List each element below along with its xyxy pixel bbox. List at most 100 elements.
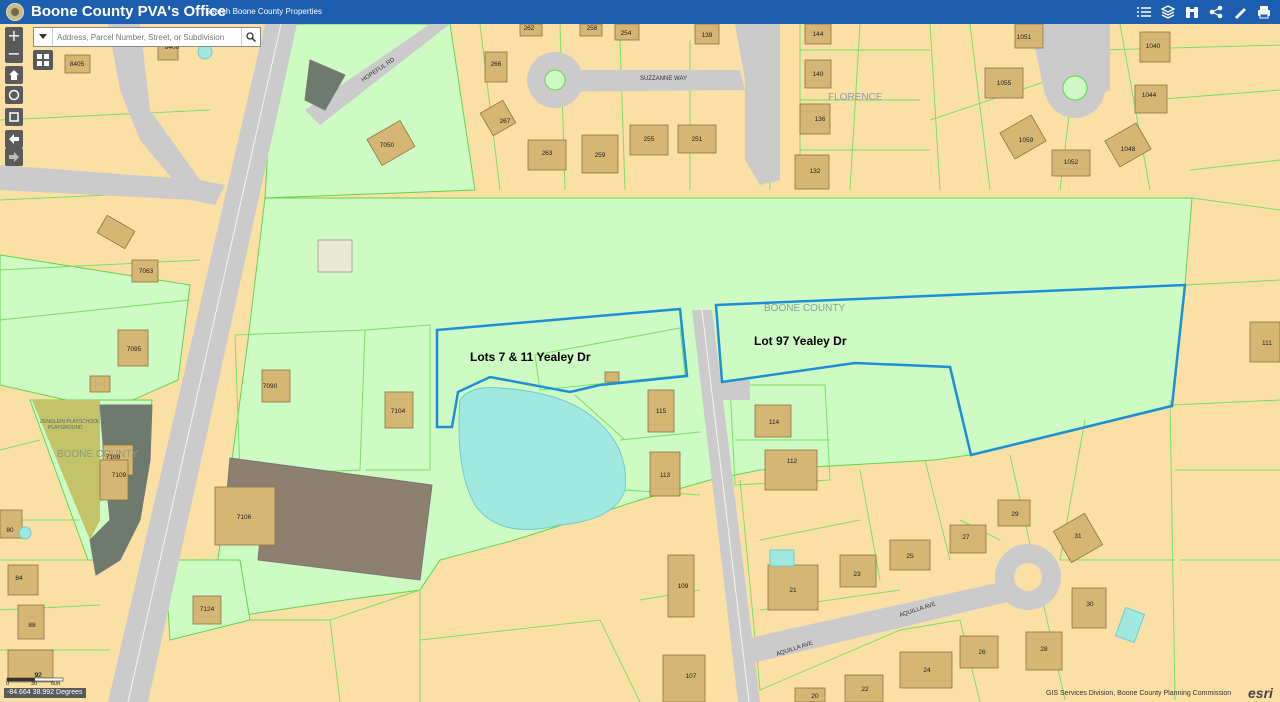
address-7090: 7090 <box>263 383 278 390</box>
address-80: 80 <box>6 527 14 534</box>
lots-7-11-label: Lots 7 & 11 Yealey Dr <box>470 350 591 364</box>
address-267: 267 <box>500 118 511 125</box>
address-26: 26 <box>978 649 986 656</box>
address-259: 259 <box>595 152 606 159</box>
scale-right-label: 60ft <box>51 681 61 685</box>
measure-icon[interactable] <box>1228 3 1252 21</box>
address-7095: 7095 <box>127 346 142 353</box>
boone-county-label-west: BOONE COUNTY <box>57 449 138 460</box>
binoculars-icon[interactable] <box>1180 3 1204 21</box>
basemap-gallery-button[interactable] <box>33 50 53 70</box>
search-box <box>33 27 261 47</box>
lot-97-label: Lot 97 Yealey Dr <box>754 334 847 348</box>
list-icon[interactable] <box>1132 3 1156 21</box>
arrow-left-icon <box>9 134 19 144</box>
search-icon <box>246 32 256 42</box>
address-115: 115 <box>656 408 667 415</box>
map-app: Boone County PVA's Office Search Boone C… <box>0 0 1280 702</box>
address-107: 107 <box>686 673 697 680</box>
address-254: 254 <box>621 30 632 37</box>
address-140: 140 <box>813 71 824 78</box>
address-113: 113 <box>660 472 671 479</box>
chevron-down-icon <box>39 34 47 39</box>
address-29: 29 <box>1011 511 1019 518</box>
share-icon[interactable] <box>1204 3 1228 21</box>
county-seal-icon <box>6 3 24 21</box>
address-7104: 7104 <box>391 408 406 415</box>
address-136: 136 <box>815 116 826 123</box>
zoom-out-button[interactable]: − <box>5 45 23 63</box>
app-title: Boone County PVA's Office <box>31 3 226 20</box>
toolbar <box>1132 3 1276 21</box>
address-25: 25 <box>906 553 914 560</box>
playground-label: PLAYGROUND <box>48 425 83 431</box>
address-21: 21 <box>789 587 797 594</box>
address-7050: 7050 <box>380 142 395 149</box>
address-132: 132 <box>810 168 821 175</box>
address-8405: 8405 <box>70 61 85 68</box>
esri-logo: esri <box>1248 685 1273 701</box>
scale-left-label: 0 <box>6 681 9 685</box>
attribution-text: GIS Services Division, Boone County Plan… <box>1046 690 1232 697</box>
address-1044: 1044 <box>1142 92 1157 99</box>
locate-button[interactable] <box>5 86 23 104</box>
search-properties-link[interactable]: Search Boone County Properties <box>205 7 322 16</box>
address-266: 266 <box>491 61 502 68</box>
search-button[interactable] <box>241 28 260 46</box>
arrow-right-icon <box>9 152 19 162</box>
address-144: 144 <box>813 31 824 38</box>
search-source-dropdown[interactable] <box>34 28 53 46</box>
coordinates-readout: -84.664 38.992 Degrees <box>4 688 86 698</box>
address-22: 22 <box>861 686 869 693</box>
address-139: 139 <box>702 32 713 39</box>
grid-icon <box>37 54 49 66</box>
address-1055: 1055 <box>997 80 1012 87</box>
address-7124: 7124 <box>200 606 215 613</box>
address-258: 258 <box>587 25 598 32</box>
address-1048: 1048 <box>1121 146 1136 153</box>
home-button[interactable] <box>5 66 23 84</box>
address-262: 262 <box>524 25 535 32</box>
address-20: 20 <box>811 693 819 700</box>
scale-mid-label: 30 <box>31 681 37 685</box>
next-extent-button[interactable] <box>5 148 23 166</box>
address-28: 28 <box>1040 646 1048 653</box>
address-111: 111 <box>1262 340 1272 347</box>
address-263: 263 <box>542 150 553 157</box>
address-1051: 1051 <box>1017 34 1032 41</box>
address-7106: 7106 <box>237 514 252 521</box>
fullscreen-icon <box>9 112 19 122</box>
address-114: 114 <box>769 419 780 426</box>
map-canvas[interactable]: Lots 7 & 11 Yealey Dr Lot 97 Yealey Dr F… <box>0 23 1280 702</box>
address-7063: 7063 <box>139 268 154 275</box>
address-251: 251 <box>692 136 703 143</box>
suzzanne-way-label: SUZZANNE WAY <box>640 76 687 82</box>
address-31: 31 <box>1074 533 1082 540</box>
locate-icon <box>8 89 20 101</box>
print-icon[interactable] <box>1252 3 1276 21</box>
zoom-control: + − <box>5 27 23 63</box>
search-input[interactable] <box>55 28 242 46</box>
address-1059: 1059 <box>1019 137 1034 144</box>
header-bar: Boone County PVA's Office Search Boone C… <box>0 0 1280 24</box>
layers-icon[interactable] <box>1156 3 1180 21</box>
home-icon <box>9 70 19 80</box>
boone-county-label: BOONE COUNTY <box>764 303 845 314</box>
previous-extent-button[interactable] <box>5 130 23 148</box>
address-84: 84 <box>15 575 23 582</box>
green-parcel-north <box>264 23 476 199</box>
address-30: 30 <box>1086 601 1094 608</box>
zoom-in-button[interactable]: + <box>5 27 23 45</box>
address-1040: 1040 <box>1146 43 1161 50</box>
address-27: 27 <box>962 534 970 541</box>
address-24: 24 <box>923 667 931 674</box>
address-109: 109 <box>678 583 689 590</box>
address-7109: 7109 <box>106 454 121 461</box>
fullscreen-button[interactable] <box>5 108 23 126</box>
address-23: 23 <box>853 571 861 578</box>
address-112: 112 <box>787 458 798 465</box>
address-1052: 1052 <box>1064 159 1079 166</box>
address-7109-b: 7109 <box>112 472 127 479</box>
address-255: 255 <box>644 136 655 143</box>
scale-bar: 92 0 30 60ft <box>5 671 65 687</box>
